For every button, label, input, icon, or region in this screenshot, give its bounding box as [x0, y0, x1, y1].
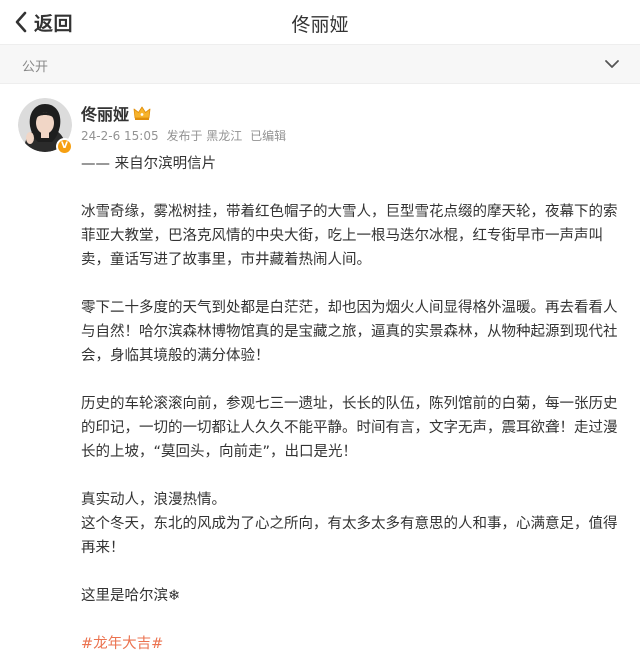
paragraph: 冰雪奇缘，雾凇树挂，带着红色帽子的大雪人，巨型雪花点缀的摩天轮，夜幕下的索菲亚大… — [81, 204, 618, 268]
visibility-selector[interactable]: 公开 — [0, 44, 640, 84]
back-label: 返回 — [34, 12, 74, 35]
visibility-label: 公开 — [22, 60, 49, 75]
paragraph: 这个冬天，东北的风成为了心之所向，有太多太多有意思的人和事，心满意足，值得再来！ — [81, 516, 618, 556]
back-chevron-icon — [15, 11, 27, 33]
back-button[interactable]: 返回 — [14, 8, 73, 36]
post-date: 24-2-6 15:05 — [81, 129, 159, 143]
vip-badge-icon: V — [56, 138, 73, 155]
author-row: 佟丽娅 — [81, 101, 151, 125]
post-content: —— 来自尔滨明信片 冰雪奇缘，雾凇树挂，带着红色帽子的大雪人，巨型雪花点缀的摩… — [81, 152, 626, 656]
post-location: 发布于 黑龙江 — [166, 129, 243, 143]
signature-line: —— 来自尔滨明信片 — [81, 156, 217, 172]
paragraph: 历史的车轮滚滚向前，参观七三一遗址，长长的队伍，陈列馆前的白菊，每一张历史的印记… — [81, 396, 618, 460]
top-navbar: 返回 佟丽娅 — [0, 0, 640, 44]
paragraph: 真实动人，浪漫热情。 — [81, 492, 226, 508]
paragraph: 这里是哈尔滨❄ — [81, 588, 181, 604]
edited-label[interactable]: 已编辑 — [250, 129, 286, 143]
avatar[interactable]: V — [18, 98, 73, 155]
crown-icon — [133, 106, 151, 120]
paragraph: 零下二十多度的天气到处都是白茫茫，却也因为烟火人间显得格外温暖。再去看看人与自然… — [81, 300, 618, 364]
page-title: 佟丽娅 — [291, 14, 349, 36]
hashtag-link[interactable]: #龙年大吉# — [81, 632, 626, 656]
post-meta: 24-2-6 15:05 发布于 黑龙江 已编辑 — [81, 127, 286, 144]
chevron-down-icon[interactable] — [604, 58, 620, 70]
author-name[interactable]: 佟丽娅 — [81, 101, 129, 125]
